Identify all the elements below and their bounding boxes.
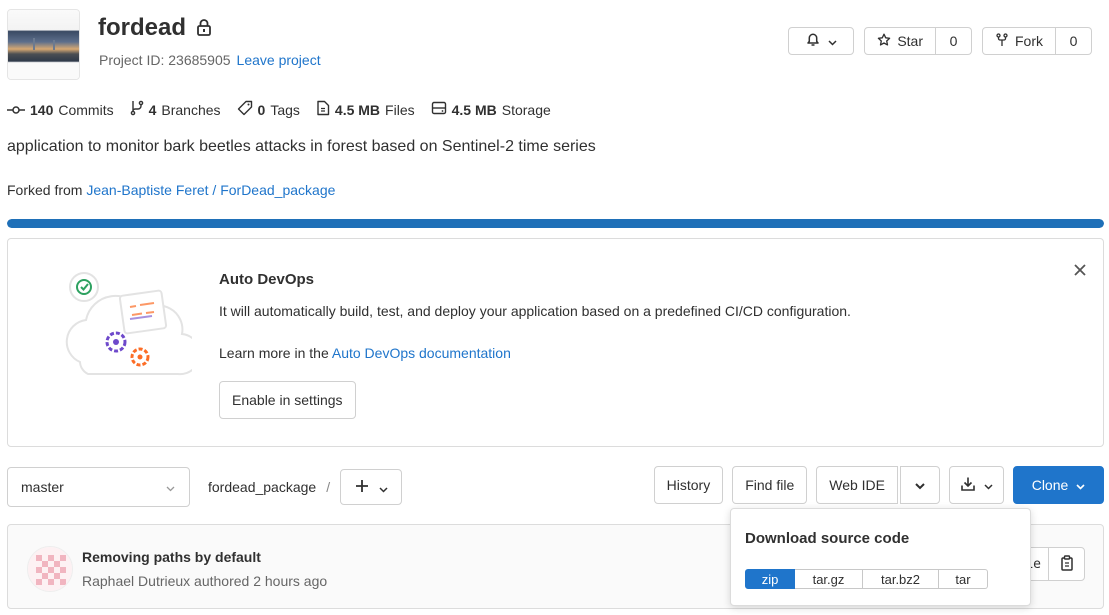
chevron-down-icon bbox=[984, 477, 993, 493]
breadcrumb: fordead_package / bbox=[208, 467, 403, 507]
project-id: Project ID: 23685905 bbox=[99, 52, 231, 68]
project-meta: Project ID: 23685905 Leave project bbox=[99, 52, 321, 68]
devops-illustration bbox=[60, 267, 202, 397]
project-avatar bbox=[7, 9, 80, 80]
star-icon bbox=[877, 33, 891, 50]
plus-icon bbox=[355, 476, 369, 499]
clone-label: Clone bbox=[1031, 477, 1069, 493]
devops-docs-link[interactable]: Auto DevOps documentation bbox=[332, 345, 511, 361]
project-name[interactable]: fordead bbox=[98, 14, 186, 42]
download-formats: zip tar.gz tar.bz2 tar bbox=[745, 569, 988, 589]
file-icon bbox=[316, 100, 330, 119]
chevron-down-icon bbox=[1076, 477, 1085, 493]
star-label: Star bbox=[897, 33, 923, 49]
format-tar-bz2[interactable]: tar.bz2 bbox=[863, 569, 939, 589]
star-count[interactable]: 0 bbox=[936, 27, 972, 55]
download-dropdown: Download source code zip tar.gz tar.bz2 … bbox=[730, 508, 1031, 606]
storage-icon bbox=[431, 101, 447, 118]
enable-in-settings-button[interactable]: Enable in settings bbox=[219, 381, 356, 419]
fork-icon bbox=[995, 32, 1009, 50]
copy-sha-button[interactable] bbox=[1048, 547, 1085, 581]
commit-title[interactable]: Removing paths by default bbox=[82, 549, 261, 565]
forked-from: Forked from Jean-Baptiste Feret / ForDea… bbox=[7, 182, 336, 198]
web-ide-group: Web IDE bbox=[816, 466, 940, 504]
add-to-tree-button[interactable] bbox=[340, 469, 403, 505]
clone-button[interactable]: Clone bbox=[1013, 466, 1104, 504]
fork-label: Fork bbox=[1015, 33, 1043, 49]
lock-icon bbox=[196, 18, 214, 38]
auto-devops-banner: Auto DevOps It will automatically build,… bbox=[7, 238, 1104, 447]
header-actions: Star 0 Fork 0 bbox=[788, 27, 1092, 55]
storage-stat[interactable]: 4.5 MB Storage bbox=[431, 100, 551, 119]
web-ide-button[interactable]: Web IDE bbox=[816, 466, 898, 504]
download-title: Download source code bbox=[745, 530, 910, 547]
format-tar-gz[interactable]: tar.gz bbox=[795, 569, 863, 589]
tree-actions: History Find file Web IDE Clone bbox=[653, 466, 1104, 504]
star-group: Star 0 bbox=[864, 27, 972, 55]
chevron-down-icon bbox=[379, 476, 388, 499]
chevron-down-icon bbox=[828, 33, 837, 49]
tag-icon bbox=[237, 100, 253, 119]
leave-project-link[interactable]: Leave project bbox=[237, 52, 321, 68]
download-icon bbox=[960, 476, 976, 495]
project-stats: 140 Commits 4 Branches 0 Tags 4.5 MB Files 4… bbox=[7, 100, 551, 119]
branch-selector[interactable]: master bbox=[7, 467, 190, 507]
branch-name: master bbox=[21, 479, 64, 495]
author-avatar[interactable] bbox=[27, 546, 73, 592]
breadcrumb-separator: / bbox=[326, 479, 331, 495]
fork-count[interactable]: 0 bbox=[1056, 27, 1092, 55]
files-stat[interactable]: 4.5 MB Files bbox=[316, 100, 415, 119]
format-tar[interactable]: tar bbox=[939, 569, 988, 589]
devops-title: Auto DevOps bbox=[219, 271, 315, 288]
project-description: application to monitor bark beetles atta… bbox=[7, 138, 596, 155]
star-button[interactable]: Star bbox=[864, 27, 936, 55]
devops-description: It will automatically build, test, and d… bbox=[219, 303, 851, 319]
close-icon[interactable] bbox=[1073, 263, 1087, 277]
tags-stat[interactable]: 0 Tags bbox=[237, 100, 300, 119]
bell-icon bbox=[806, 32, 820, 50]
notification-button[interactable] bbox=[788, 27, 855, 55]
web-ide-dropdown-toggle[interactable] bbox=[900, 466, 940, 504]
language-bar-fill bbox=[7, 219, 1104, 228]
breadcrumb-root[interactable]: fordead_package bbox=[208, 479, 316, 495]
commit-author: Raphael Dutrieux authored 2 hours ago bbox=[82, 573, 328, 589]
format-zip[interactable]: zip bbox=[745, 569, 795, 589]
fork-source-link[interactable]: Jean-Baptiste Feret / ForDead_package bbox=[86, 182, 335, 198]
chevron-down-icon bbox=[166, 479, 175, 495]
history-button[interactable]: History bbox=[653, 466, 724, 504]
fork-button[interactable]: Fork bbox=[982, 27, 1056, 55]
devops-learn-more: Learn more in the Auto DevOps documentat… bbox=[219, 345, 511, 361]
copy-icon bbox=[1060, 554, 1074, 574]
fork-group: Fork 0 bbox=[982, 27, 1092, 55]
chevron-down-icon bbox=[915, 477, 925, 493]
download-button[interactable] bbox=[949, 466, 1004, 504]
commit-icon bbox=[7, 102, 25, 118]
branch-icon bbox=[130, 100, 144, 119]
language-bar bbox=[7, 219, 1104, 228]
branches-stat[interactable]: 4 Branches bbox=[130, 100, 221, 119]
commits-stat[interactable]: 140 Commits bbox=[7, 100, 114, 119]
find-file-button[interactable]: Find file bbox=[732, 466, 808, 504]
